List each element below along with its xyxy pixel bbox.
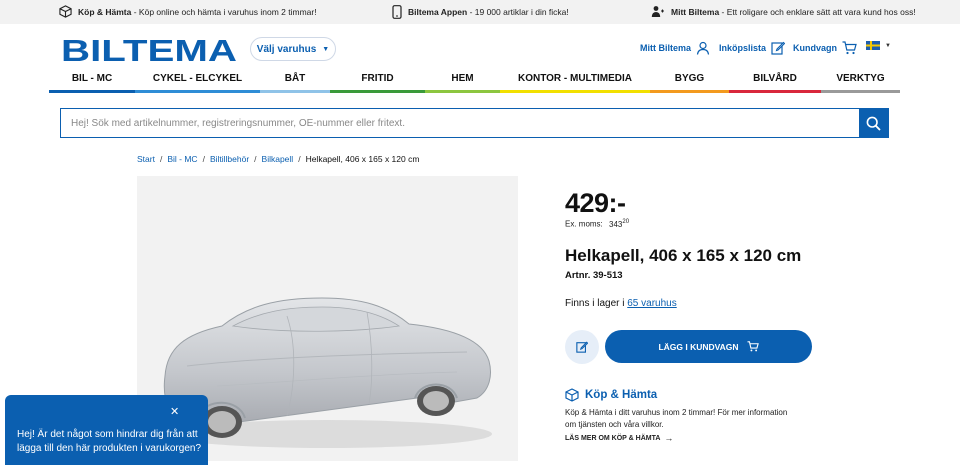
cart-link[interactable]: Kundvagn bbox=[793, 41, 857, 55]
breadcrumb-separator: / bbox=[159, 154, 163, 164]
chat-message[interactable]: Hej! Är det något som hindrar dig från a… bbox=[17, 428, 202, 456]
nav-label: BYGG bbox=[674, 73, 705, 84]
nav-color-bar bbox=[650, 90, 729, 93]
language-select[interactable]: ▼ bbox=[866, 41, 891, 50]
usp-bar: Köp & Hämta - Köp online och hämta i var… bbox=[0, 0, 960, 24]
click-collect-heading: Köp & Hämta bbox=[565, 388, 657, 402]
close-icon[interactable]: ✕ bbox=[170, 405, 179, 418]
nav-item-verktyg[interactable]: VERKTYG bbox=[821, 69, 900, 93]
nav-item-bilvard[interactable]: BILVÅRD bbox=[729, 69, 821, 93]
store-select-label: Välj varuhus bbox=[256, 43, 317, 55]
logo-text: BILTEMA bbox=[61, 37, 237, 63]
edit-list-icon bbox=[771, 41, 786, 55]
nav-color-bar bbox=[821, 90, 900, 93]
product-title: Helkapell, 406 x 165 x 120 cm bbox=[565, 246, 802, 265]
click-collect-read-more[interactable]: LÄS MER OM KÖP & HÄMTA → bbox=[565, 433, 673, 443]
breadcrumb-biltillbehor[interactable]: Biltillbehör bbox=[210, 154, 249, 164]
nav-label: KONTOR - MULTIMEDIA bbox=[517, 73, 633, 84]
box-icon bbox=[59, 5, 72, 18]
stock-status: Finns i lager i 65 varuhus bbox=[565, 298, 677, 309]
box-icon bbox=[565, 388, 579, 402]
nav-label: BILVÅRD bbox=[753, 73, 797, 84]
nav-label: BIL - MC bbox=[71, 73, 113, 84]
ex-vat-decimals: 20 bbox=[622, 219, 630, 225]
shopping-list-link[interactable]: Inköpslista bbox=[719, 41, 786, 55]
usp-click-collect[interactable]: Köp & Hämta - Köp online och hämta i var… bbox=[59, 5, 317, 18]
breadcrumb-separator: / bbox=[298, 154, 301, 164]
cart-icon bbox=[842, 41, 857, 55]
nav-color-bar bbox=[135, 90, 260, 93]
nav-label: HEM bbox=[451, 73, 474, 84]
search-button[interactable] bbox=[859, 109, 888, 137]
nav-label: VERKTYG bbox=[836, 73, 885, 84]
account-label: Mitt Biltema bbox=[640, 43, 692, 53]
user-icon bbox=[696, 41, 710, 55]
breadcrumb-bil-mc[interactable]: Bil - MC bbox=[167, 154, 197, 164]
ex-vat-value: 343 bbox=[609, 219, 623, 229]
usp-text: - Köp online och hämta i varuhus inom 2 … bbox=[131, 6, 317, 17]
phone-icon bbox=[392, 5, 402, 19]
usp-title: Biltema Appen bbox=[408, 7, 468, 17]
usp-my-biltema[interactable]: Mitt Biltema - Ett roligare och enklare … bbox=[651, 5, 916, 18]
breadcrumb: Start / Bil - MC / Biltillbehör / Bilkapell… bbox=[137, 154, 419, 164]
breadcrumb-separator: / bbox=[254, 154, 257, 164]
price-ex-vat: Ex. moms: 34320 bbox=[565, 219, 629, 229]
edit-list-icon bbox=[576, 341, 588, 353]
nav-label: CYKEL - ELCYKEL bbox=[152, 73, 243, 84]
article-number: Artnr. 39-513 bbox=[565, 270, 623, 281]
nav-item-bil-mc[interactable]: BIL - MC bbox=[49, 69, 135, 93]
nav-item-bat[interactable]: BÅT bbox=[260, 69, 330, 93]
search-icon bbox=[866, 116, 881, 131]
nav-color-bar bbox=[500, 90, 650, 93]
nav-color-bar bbox=[729, 90, 821, 93]
nav-label: BÅT bbox=[284, 73, 306, 84]
nav-color-bar bbox=[49, 90, 135, 93]
nav-item-cykel[interactable]: CYKEL - ELCYKEL bbox=[135, 69, 260, 93]
read-more-label: LÄS MER OM KÖP & HÄMTA bbox=[565, 434, 661, 442]
nav-color-bar bbox=[330, 90, 425, 93]
search-bar bbox=[60, 108, 889, 138]
add-to-cart-label: LÄGG I KUNDVAGN bbox=[658, 341, 739, 352]
nav-item-hem[interactable]: HEM bbox=[425, 69, 500, 93]
breadcrumb-start[interactable]: Start bbox=[137, 154, 155, 164]
stock-prefix: Finns i lager i bbox=[565, 298, 628, 309]
usp-app[interactable]: Biltema Appen - 19 000 artiklar i din fi… bbox=[392, 5, 569, 19]
nav-item-fritid[interactable]: FRITID bbox=[330, 69, 425, 93]
store-select[interactable]: Välj varuhus ▼ bbox=[250, 37, 336, 61]
usp-text: - Ett roligare och enklare sätt att vara… bbox=[719, 6, 916, 17]
nav-label: FRITID bbox=[361, 73, 394, 84]
click-collect-title: Köp & Hämta bbox=[585, 389, 658, 401]
caret-down-icon: ▼ bbox=[322, 45, 330, 53]
store-stock-link[interactable]: 65 varuhus bbox=[627, 298, 676, 309]
nav-item-bygg[interactable]: BYGG bbox=[650, 69, 729, 93]
shopping-list-label: Inköpslista bbox=[719, 43, 767, 53]
person-icon bbox=[651, 6, 664, 17]
account-link[interactable]: Mitt Biltema bbox=[640, 41, 710, 55]
usp-title: Köp & Hämta bbox=[78, 6, 132, 17]
nav-color-bar bbox=[260, 90, 330, 93]
add-to-list-button[interactable] bbox=[565, 330, 599, 364]
category-nav: BIL - MC CYKEL - ELCYKEL BÅT FRITID HEM … bbox=[49, 69, 900, 93]
breadcrumb-separator: / bbox=[202, 154, 205, 164]
product-price: 429:- bbox=[565, 188, 626, 218]
sweden-flag-icon bbox=[866, 41, 880, 50]
caret-down-icon: ▼ bbox=[885, 42, 891, 49]
nav-item-kontor[interactable]: KONTOR - MULTIMEDIA bbox=[500, 69, 650, 93]
click-collect-text: Köp & Hämta i ditt varuhus inom 2 timmar… bbox=[565, 408, 788, 429]
ex-vat-label: Ex. moms: bbox=[565, 219, 603, 229]
usp-text: - 19 000 artiklar i din ficka! bbox=[467, 7, 569, 17]
usp-title: Mitt Biltema bbox=[671, 6, 720, 17]
arrow-right-icon: → bbox=[664, 433, 674, 443]
cart-label: Kundvagn bbox=[793, 43, 837, 53]
nav-color-bar bbox=[425, 90, 500, 93]
cart-icon bbox=[747, 341, 759, 352]
biltema-logo[interactable]: BILTEMA bbox=[61, 37, 237, 63]
search-input[interactable] bbox=[61, 109, 860, 137]
breadcrumb-current: Helkapell, 406 x 165 x 120 cm bbox=[305, 154, 420, 164]
chat-popup: ✕ Hej! Är det något som hindrar dig från… bbox=[5, 395, 208, 465]
breadcrumb-bilkapell[interactable]: Bilkapell bbox=[262, 154, 294, 164]
add-to-cart-button[interactable]: LÄGG I KUNDVAGN bbox=[605, 330, 812, 363]
